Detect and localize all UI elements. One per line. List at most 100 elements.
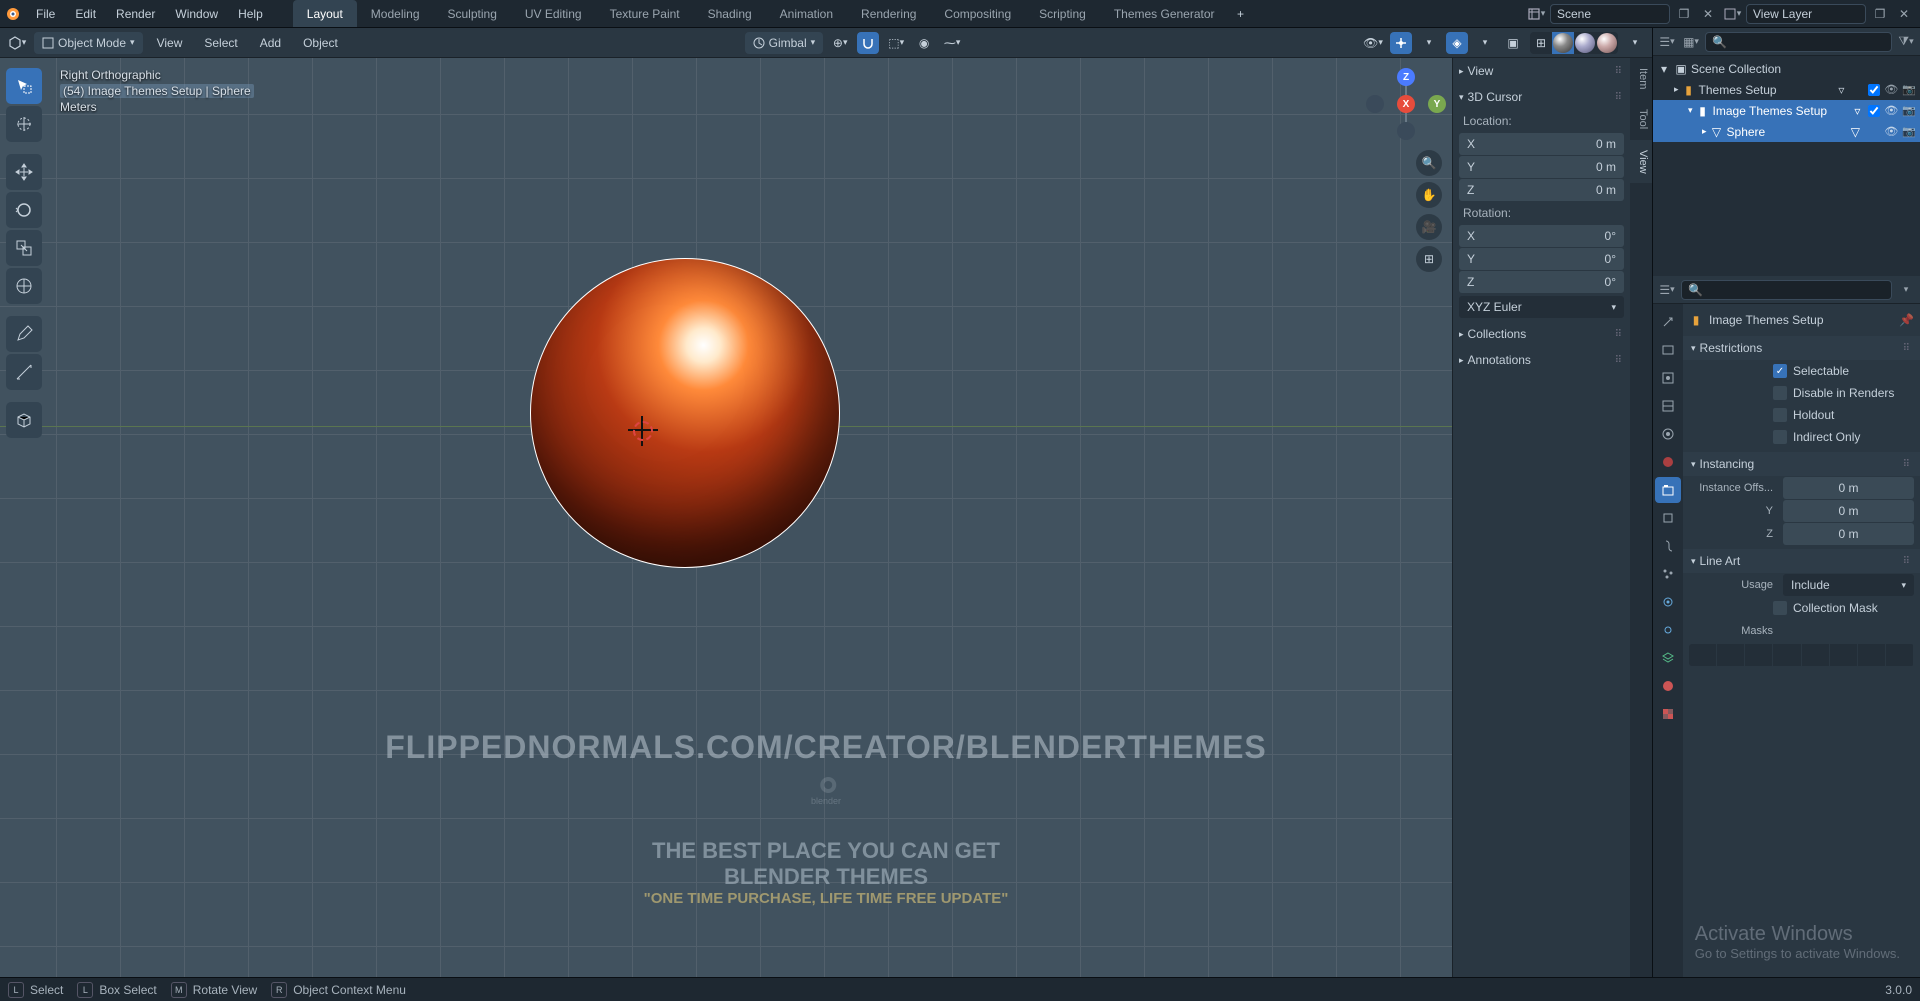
tab-texture-paint[interactable]: Texture Paint bbox=[596, 0, 694, 27]
shading-matprev-icon[interactable] bbox=[1574, 32, 1596, 54]
zoom-icon[interactable]: 🔍 bbox=[1416, 150, 1442, 176]
prop-tab-particles-icon[interactable] bbox=[1655, 561, 1681, 587]
gizmo-axis-x-icon[interactable]: X bbox=[1397, 95, 1415, 113]
section-lineart-header[interactable]: ▾Line Art⠿ bbox=[1683, 549, 1920, 573]
menu-render[interactable]: Render bbox=[106, 0, 165, 27]
tab-compositing[interactable]: Compositing bbox=[930, 0, 1025, 27]
prop-tab-viewlayer-icon[interactable] bbox=[1655, 393, 1681, 419]
gizmo-axis-y-icon[interactable]: Y bbox=[1428, 95, 1446, 113]
viewlayer-browse-icon[interactable]: ▾ bbox=[1722, 4, 1742, 24]
collection-enable-checkbox[interactable] bbox=[1868, 105, 1880, 117]
npanel-view-header[interactable]: ▸View⠿ bbox=[1453, 58, 1630, 84]
proportional-toggle-icon[interactable]: ◉ bbox=[913, 32, 935, 54]
holdout-checkbox-row[interactable]: Holdout bbox=[1683, 404, 1920, 426]
outliner-type-icon[interactable]: ☰▾ bbox=[1657, 32, 1677, 52]
overlay-dropdown-icon[interactable]: ▾ bbox=[1474, 32, 1496, 54]
tab-rendering[interactable]: Rendering bbox=[847, 0, 930, 27]
tool-select-box-icon[interactable] bbox=[6, 68, 42, 104]
instance-offset-z-field[interactable]: 0 m bbox=[1783, 523, 1914, 545]
tool-annotate-icon[interactable] bbox=[6, 316, 42, 352]
mode-dropdown[interactable]: Object Mode ▾ bbox=[34, 32, 143, 54]
section-restrictions-header[interactable]: ▾Restrictions⠿ bbox=[1683, 336, 1920, 360]
prop-tab-collection-icon[interactable] bbox=[1655, 477, 1681, 503]
prop-tab-world-icon[interactable] bbox=[1655, 449, 1681, 475]
cursor-loc-y-field[interactable]: Y0 m bbox=[1459, 156, 1624, 178]
visibility-dropdown-icon[interactable]: 👁▾ bbox=[1362, 32, 1384, 54]
outliner-display-icon[interactable]: ▦▾ bbox=[1681, 32, 1701, 52]
tool-transform-icon[interactable] bbox=[6, 268, 42, 304]
npanel-annotations-header[interactable]: ▸Annotations⠿ bbox=[1453, 347, 1630, 373]
scene-name-field[interactable]: Scene bbox=[1550, 4, 1670, 24]
collection-enable-checkbox[interactable] bbox=[1868, 84, 1880, 96]
overlay-toggle-icon[interactable]: ◈ bbox=[1446, 32, 1468, 54]
shading-wireframe-icon[interactable]: ⊞ bbox=[1530, 32, 1552, 54]
rotation-mode-dropdown[interactable]: XYZ Euler▾ bbox=[1459, 296, 1624, 318]
cursor-rot-z-field[interactable]: Z0° bbox=[1459, 271, 1624, 293]
proportional-type-icon[interactable]: ⁓▾ bbox=[941, 32, 963, 54]
gizmo-axis-z-icon[interactable]: Z bbox=[1397, 68, 1415, 86]
tool-add-cube-icon[interactable] bbox=[6, 402, 42, 438]
render-icon[interactable]: 📷 bbox=[1902, 104, 1916, 117]
snap-type-icon[interactable]: ⬚▾ bbox=[885, 32, 907, 54]
cursor-loc-x-field[interactable]: X0 m bbox=[1459, 133, 1624, 155]
viewport-menu-select[interactable]: Select bbox=[196, 28, 245, 57]
prop-tab-physics-icon[interactable] bbox=[1655, 589, 1681, 615]
scene-browse-icon[interactable]: ▾ bbox=[1526, 4, 1546, 24]
properties-options-icon[interactable]: ▾ bbox=[1896, 280, 1916, 300]
navigation-gizmo[interactable]: Z X Y bbox=[1370, 68, 1442, 140]
tool-cursor-icon[interactable] bbox=[6, 106, 42, 142]
tab-layout[interactable]: Layout bbox=[293, 0, 357, 27]
new-scene-icon[interactable]: ❐ bbox=[1674, 4, 1694, 24]
checkbox-icon[interactable] bbox=[1773, 364, 1787, 378]
indirect-only-checkbox-row[interactable]: Indirect Only bbox=[1683, 426, 1920, 448]
viewport-menu-add[interactable]: Add bbox=[252, 28, 289, 57]
expand-icon[interactable]: ▸ bbox=[1674, 84, 1679, 95]
render-icon[interactable]: 📷 bbox=[1902, 125, 1916, 138]
instance-offset-y-field[interactable]: 0 m bbox=[1783, 500, 1914, 522]
orientation-dropdown[interactable]: Gimbal ▾ bbox=[745, 32, 824, 54]
tab-shading[interactable]: Shading bbox=[694, 0, 766, 27]
npanel-tab-tool[interactable]: Tool bbox=[1630, 99, 1652, 139]
npanel-3dcursor-header[interactable]: ▾3D Cursor⠿ bbox=[1453, 84, 1630, 110]
xray-toggle-icon[interactable]: ▣ bbox=[1502, 32, 1524, 54]
editor-type-icon[interactable]: ▾ bbox=[6, 32, 28, 54]
tree-row[interactable]: ▸ ▽ Sphere ▽ 👁 📷 bbox=[1653, 121, 1920, 142]
perspective-toggle-icon[interactable]: ⊞ bbox=[1416, 246, 1442, 272]
properties-type-icon[interactable]: ☰▾ bbox=[1657, 280, 1677, 300]
pan-icon[interactable]: ✋ bbox=[1416, 182, 1442, 208]
delete-scene-icon[interactable]: ✕ bbox=[1698, 4, 1718, 24]
gizmo-axis-negz-icon[interactable] bbox=[1397, 122, 1415, 140]
prop-tab-modifiers-icon[interactable] bbox=[1655, 533, 1681, 559]
viewlayer-name-field[interactable]: View Layer bbox=[1746, 4, 1866, 24]
prop-tab-data-icon[interactable] bbox=[1655, 645, 1681, 671]
viewport-canvas[interactable]: Right Orthographic (54) Image Themes Set… bbox=[0, 58, 1652, 977]
checkbox-icon[interactable] bbox=[1773, 430, 1787, 444]
outliner-search-input[interactable]: 🔍 bbox=[1705, 32, 1892, 52]
tab-uv-editing[interactable]: UV Editing bbox=[511, 0, 596, 27]
mesh-data-icon[interactable]: ▽ bbox=[1848, 125, 1862, 139]
masks-buttons[interactable] bbox=[1689, 644, 1914, 666]
menu-file[interactable]: File bbox=[26, 0, 65, 27]
gizmo-toggle-icon[interactable] bbox=[1390, 32, 1412, 54]
properties-search-input[interactable]: 🔍 bbox=[1681, 280, 1892, 300]
lineart-usage-dropdown[interactable]: Include▾ bbox=[1783, 574, 1914, 596]
tool-rotate-icon[interactable] bbox=[6, 192, 42, 228]
prop-tab-output-icon[interactable] bbox=[1655, 365, 1681, 391]
pivot-dropdown-icon[interactable]: ⊕▾ bbox=[829, 32, 851, 54]
section-instancing-header[interactable]: ▾Instancing⠿ bbox=[1683, 452, 1920, 476]
outliner-tree[interactable]: ▾ ▣ Scene Collection ▸ ▮ Themes Setup ▿ … bbox=[1653, 56, 1920, 266]
tab-modeling[interactable]: Modeling bbox=[357, 0, 434, 27]
tool-measure-icon[interactable] bbox=[6, 354, 42, 390]
cursor-loc-z-field[interactable]: Z0 m bbox=[1459, 179, 1624, 201]
prop-tab-constraints-icon[interactable] bbox=[1655, 617, 1681, 643]
delete-viewlayer-icon[interactable]: ✕ bbox=[1894, 4, 1914, 24]
viewport-menu-view[interactable]: View bbox=[149, 28, 191, 57]
prop-tab-material-icon[interactable] bbox=[1655, 673, 1681, 699]
tab-animation[interactable]: Animation bbox=[766, 0, 847, 27]
tab-sculpting[interactable]: Sculpting bbox=[434, 0, 511, 27]
render-icon[interactable]: 📷 bbox=[1902, 83, 1916, 96]
tool-scale-icon[interactable] bbox=[6, 230, 42, 266]
checkbox-icon[interactable] bbox=[1773, 601, 1787, 615]
prop-tab-object-icon[interactable] bbox=[1655, 505, 1681, 531]
cursor-rot-x-field[interactable]: X0° bbox=[1459, 225, 1624, 247]
